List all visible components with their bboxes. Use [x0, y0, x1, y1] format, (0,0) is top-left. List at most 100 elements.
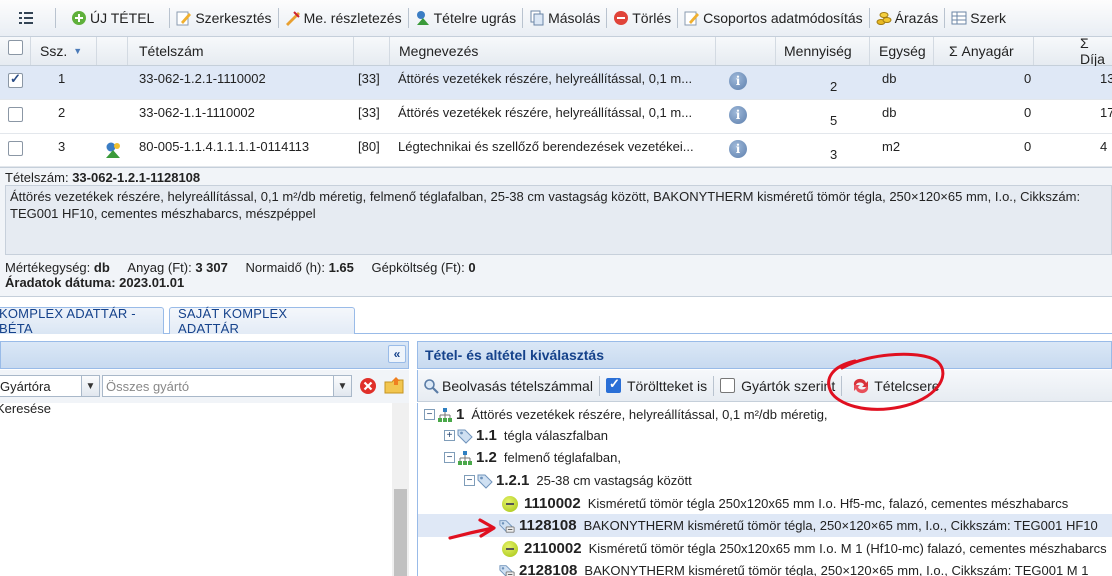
- list-menu-button[interactable]: [0, 5, 54, 31]
- ruler-icon: [285, 11, 300, 26]
- table-row[interactable]: 2 33-062-1.1-1110002 [33] Áttörés vezeté…: [0, 100, 1112, 134]
- info-icon[interactable]: i: [729, 106, 747, 124]
- tree-node[interactable]: − 1.2.1 25-38 cm vastagság között: [418, 469, 1112, 492]
- tree-node-text: BAKONYTHERM kisméretű tömör tégla, 250×1…: [583, 518, 1098, 533]
- column-header-ssz[interactable]: Ssz. ▼: [31, 37, 97, 65]
- row-egyseg: m2: [882, 139, 901, 154]
- chevron-down-icon[interactable]: ▼: [81, 376, 99, 396]
- detail-gep-value: 0: [468, 260, 476, 275]
- row-ref: [33]: [358, 105, 380, 120]
- select-all-checkbox[interactable]: [8, 40, 23, 55]
- table-row[interactable]: 3 80-005-1.1.4.1.1.1.1-0114113 [80] Légt…: [0, 134, 1112, 167]
- info-icon[interactable]: i: [729, 72, 747, 90]
- table-edit-button[interactable]: Szerk: [946, 5, 1011, 31]
- status-dot-icon: [502, 495, 518, 512]
- show-deleted-checkbox[interactable]: ✓: [605, 376, 621, 393]
- tree-leaf[interactable]: 2128108 BAKONYTHERM kisméretű tömör tégl…: [418, 559, 1112, 576]
- edit-button[interactable]: Szerkesztés: [171, 5, 276, 31]
- tree-node[interactable]: + 1.1 tégla válaszfalban: [418, 424, 1112, 447]
- row-megnevezes: Áttörés vezetékek részére, helyreállítás…: [398, 105, 693, 120]
- column-header-tetelszam[interactable]: Tételszám: [128, 37, 354, 65]
- table-row[interactable]: 1 33-062-1.2.1-1110002 [33] Áttörés veze…: [0, 66, 1112, 100]
- by-manufacturer-checkbox[interactable]: [720, 378, 736, 393]
- show-deleted-toggle[interactable]: ✓ Töröltteket is: [601, 373, 712, 399]
- row-anyagar: 0: [1024, 71, 1032, 86]
- by-manufacturer-toggle[interactable]: Gyártók szerint: [715, 373, 840, 399]
- row-anyagar: 0: [1024, 139, 1032, 154]
- left-panel-scrollbar[interactable]: [392, 403, 409, 576]
- new-item-button[interactable]: ÚJ TÉTEL: [57, 5, 168, 31]
- tag-icon: [457, 429, 473, 444]
- tab-sajat-komplex-adattar[interactable]: SAJÁT KOMPLEX ADATTÁR: [169, 306, 355, 336]
- expand-node-icon[interactable]: +: [444, 430, 455, 441]
- edit-label: Szerkesztés: [195, 10, 272, 26]
- measure-detail-button[interactable]: Me. részletezés: [280, 5, 407, 31]
- hierarchy-icon: [438, 407, 452, 422]
- column-header-mennyiseg-label: Mennyiség: [784, 43, 852, 59]
- row-ref: [80]: [358, 139, 380, 154]
- folder-icon[interactable]: [384, 375, 404, 395]
- tab-komplex-adattar-label: KOMPLEX ADATTÁR - BÉTA: [0, 306, 136, 336]
- tree-node[interactable]: − 1.2 felmenő téglafalban,: [418, 446, 1112, 469]
- measure-detail-label: Me. részletezés: [303, 10, 402, 26]
- chevron-down-icon[interactable]: ▼: [333, 376, 351, 396]
- row-checkbox[interactable]: [8, 71, 23, 88]
- delete-button[interactable]: Törlés: [608, 5, 676, 31]
- right-panel-toolbar: Beolvasás tételszámmal ✓ Töröltteket is …: [417, 370, 1112, 402]
- tree-node-text: 25-38 cm vastagság között: [536, 473, 692, 488]
- scan-by-number-button[interactable]: Beolvasás tételszámmal: [418, 373, 598, 399]
- copy-button[interactable]: Másolás: [524, 5, 605, 31]
- bulk-edit-icon: [684, 11, 700, 26]
- coins-icon: [876, 12, 892, 25]
- info-icon[interactable]: i: [729, 140, 747, 158]
- filter-mode-select[interactable]: Gyártóra ▼: [0, 375, 100, 397]
- tree-node-code: 1.2: [476, 449, 497, 466]
- collapse-node-icon[interactable]: −: [464, 475, 475, 486]
- tree-node-code: 1110002: [524, 495, 581, 512]
- tab-komplex-adattar[interactable]: KOMPLEX ADATTÁR - BÉTA: [0, 306, 164, 336]
- column-header-dij[interactable]: Σ Díja: [1034, 35, 1112, 67]
- tab-sajat-komplex-adattar-label: SAJÁT KOMPLEX ADATTÁR: [178, 306, 288, 336]
- tree-node[interactable]: − 1 Áttörés vezetékek részére, helyreáll…: [418, 403, 1112, 426]
- tree-node-code: 1.2.1: [496, 472, 530, 489]
- scrollbar-thumb[interactable]: [394, 489, 407, 576]
- column-header-mennyiseg[interactable]: Mennyiség: [776, 37, 870, 65]
- sort-desc-icon: ▼: [73, 46, 83, 56]
- collapse-node-icon[interactable]: −: [424, 409, 435, 420]
- tree-leaf[interactable]: 1110002 Kisméretű tömör tégla 250x120x65…: [418, 492, 1112, 515]
- collapse-node-icon[interactable]: −: [444, 452, 455, 463]
- left-panel-filter: Gyártóra ▼ Összes gyártó ▼: [0, 370, 409, 403]
- bulk-edit-button[interactable]: Csoportos adatmódosítás: [679, 5, 868, 31]
- tree-node-code: 2128108: [519, 562, 578, 576]
- toolbar-separator: [868, 8, 870, 28]
- edit-icon: [176, 11, 192, 26]
- tree-node-text: tégla válaszfalban: [503, 428, 608, 443]
- detail-me-label: Mértékegység:: [5, 260, 91, 275]
- tree-node-code: 2110002: [524, 540, 582, 557]
- manufacturer-select[interactable]: Összes gyártó ▼: [102, 375, 352, 397]
- tree-node-text: Kisméretű tömör tégla 250x120x65 mm I.o.…: [588, 541, 1107, 556]
- column-header-megnevezes[interactable]: Megnevezés: [390, 37, 716, 65]
- replace-item-button[interactable]: Tételcsere: [843, 373, 944, 399]
- jump-to-item-button[interactable]: Tételre ugrás: [410, 5, 521, 31]
- column-header-egyseg[interactable]: Egység: [870, 37, 934, 65]
- tree-leaf-selected[interactable]: 1128108 BAKONYTHERM kisméretű tömör tégl…: [418, 514, 1112, 537]
- tree-leaf[interactable]: 2110002 Kisméretű tömör tégla 250x120x65…: [418, 537, 1112, 560]
- database-tabs: KOMPLEX ADATTÁR - BÉTA SAJÁT KOMPLEX ADA…: [0, 305, 1112, 336]
- column-header-anyagar-label: Σ Anyagár: [949, 43, 1014, 59]
- list-icon: [18, 12, 33, 24]
- row-checkbox[interactable]: [8, 141, 23, 156]
- left-panel-body: Keresése: [0, 401, 409, 576]
- toolbar-separator: [944, 8, 946, 28]
- row-checkbox[interactable]: [8, 107, 23, 122]
- detail-anyag-label: Anyag (Ft):: [127, 260, 192, 275]
- clear-filter-icon[interactable]: [359, 377, 377, 395]
- column-header-egyseg-label: Egység: [879, 43, 926, 59]
- column-header-tetelszam-label: Tételszám: [139, 43, 204, 59]
- column-header-anyagar[interactable]: Σ Anyagár: [934, 37, 1034, 65]
- jump-icon[interactable]: [104, 141, 122, 159]
- detail-tetelszam: Tételszám: 33-062-1.2.1-1128108: [5, 170, 200, 185]
- toolbar-separator: [841, 375, 843, 396]
- pricing-button[interactable]: Árazás: [871, 5, 944, 31]
- collapse-left-icon[interactable]: «: [388, 345, 406, 363]
